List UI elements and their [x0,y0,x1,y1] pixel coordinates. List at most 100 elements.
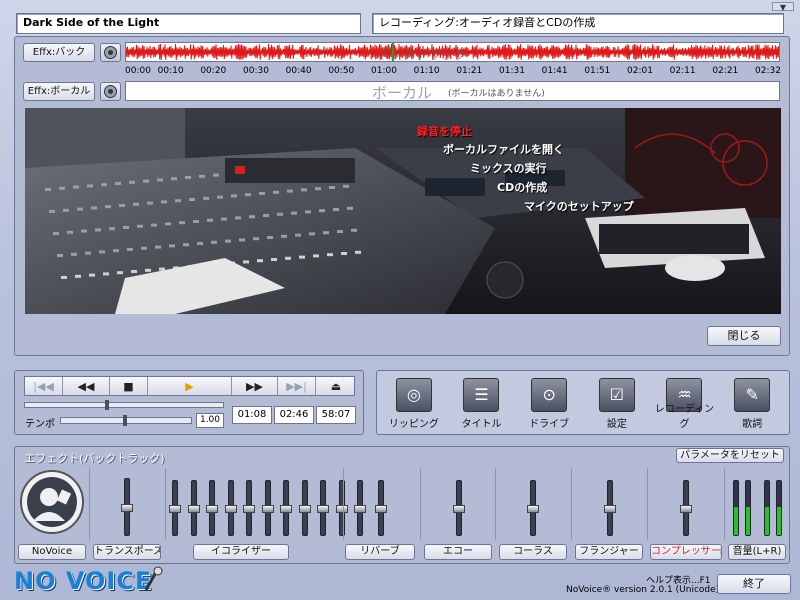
menu-run-mix[interactable]: ミックスの実行 [470,160,547,176]
console-control [175,199,181,203]
tool-drive-button[interactable]: ⊙ ドライブ [515,374,583,432]
effect-label-flanger[interactable]: フランジャー [575,544,643,560]
exit-button[interactable]: 終了 [717,574,791,594]
slider-knob[interactable] [335,505,348,513]
effect-slider[interactable] [604,480,616,536]
console-control [59,186,65,190]
effect-slider[interactable] [317,480,329,536]
novoice-logo-icon[interactable] [19,469,85,535]
console-control [199,174,205,178]
waveform-vocal[interactable]: ボーカル (ボーカルはありません) [125,81,780,102]
menu-create-cd[interactable]: CDの作成 [497,179,547,195]
effect-slider[interactable] [169,480,181,536]
slider-knob[interactable] [169,505,181,513]
track-button-back[interactable]: Effx:バック [23,43,95,62]
effect-slider[interactable] [354,480,366,536]
effect-slider[interactable] [453,480,465,536]
close-button[interactable]: 閉じる [707,326,781,346]
console-control [333,208,339,211]
tool-lyrics-button[interactable]: ✎ 歌詞 [718,374,786,432]
effect-slider[interactable] [280,480,292,536]
effect-slider[interactable] [243,480,255,536]
effect-slider[interactable] [527,480,539,536]
console-control [95,228,101,232]
slider-knob[interactable] [261,505,274,513]
slider-knob[interactable] [280,505,292,513]
slider-knob[interactable] [604,505,616,513]
tempo-slider[interactable] [60,415,192,426]
slider-knob[interactable] [453,505,465,513]
effect-slider[interactable] [121,478,133,536]
stop-button[interactable]: ■ [110,377,148,395]
effect-label-equalizer[interactable]: イコライザー [193,544,289,560]
console-control [109,227,115,231]
slider-knob[interactable] [527,505,539,513]
effect-label-volume[interactable]: 音量(L+R) [728,544,786,560]
effect-label-novoice[interactable]: NoVoice [18,544,86,560]
effect-slider[interactable] [298,480,311,536]
skip-end-button[interactable]: ▶▶| [278,377,316,395]
effect-slider[interactable] [776,480,782,536]
console-control [309,232,315,236]
effect-label-chorus[interactable]: コーラス [499,544,567,560]
tool-label: タイトル [461,419,502,430]
position-slider[interactable] [24,400,224,410]
tool-settings-button[interactable]: ☑ 設定 [583,374,651,432]
console-control [351,228,357,232]
console-control [211,240,217,244]
menu-stop-recording[interactable]: 録音を停止 [417,123,472,139]
effect-slider[interactable] [745,480,751,536]
effect-slider[interactable] [764,480,770,536]
tool-rip-button[interactable]: ◎ リッピング [380,374,448,432]
slider-knob[interactable] [121,504,133,512]
console-control [319,209,325,213]
effect-slider[interactable] [375,480,387,536]
dropdown-icon[interactable]: ▼ [772,2,794,12]
slider-knob[interactable] [375,505,387,513]
mic-logo-icon [142,566,164,592]
effect-slider[interactable] [261,480,274,536]
tempo-slider-thumb[interactable] [123,415,127,426]
eject-button[interactable]: ⏏ [316,377,354,395]
version-text: NoVoice® version 2.0.1 (Unicode) [566,585,720,595]
slider-knob[interactable] [298,505,311,513]
slider-knob[interactable] [317,505,329,513]
effect-label-reverb[interactable]: リバーブ [345,544,415,560]
timecode-label: 02:32 [755,66,781,76]
effects-header: エフェクト(バックトラック) [24,452,165,465]
speaker-icon[interactable] [100,82,121,101]
rewind-button[interactable]: ◀◀ [63,377,110,395]
console-control [207,218,213,222]
position-slider-thumb[interactable] [105,400,109,410]
console-control [267,236,273,239]
playhead[interactable] [392,43,394,61]
effect-slider[interactable] [680,480,692,536]
tool-recording-button[interactable]: ♒ レコーディング [651,374,719,432]
skip-start-button[interactable]: |◀◀ [25,377,63,395]
timecode-label: 00:00 [125,66,151,76]
slider-knob[interactable] [224,505,237,513]
waveform-back[interactable]: バックトラック [125,42,780,63]
track-button-vocal[interactable]: Effx:ボーカル [23,82,95,101]
menu-mic-setup[interactable]: マイクのセットアップ [524,198,634,214]
console-control [249,215,255,219]
slider-knob[interactable] [680,505,692,513]
effect-slider[interactable] [733,480,739,536]
effect-label-transpose[interactable]: トランスポーズ [93,544,161,560]
effect-slider[interactable] [224,480,237,536]
fast-forward-button[interactable]: ▶▶ [232,377,278,395]
play-button[interactable]: ▶ [148,377,232,395]
effect-label-echo[interactable]: エコー [424,544,492,560]
effect-slider[interactable] [187,480,200,536]
tool-title-button[interactable]: ☰ タイトル [448,374,516,432]
slider-knob[interactable] [187,505,200,513]
effect-label-compressor[interactable]: コンプレッサー▶ [650,544,722,560]
effect-slider[interactable] [206,480,218,536]
reset-parameters-button[interactable]: パラメータをリセット [676,448,784,463]
slider-knob[interactable] [206,505,218,513]
slider-knob[interactable] [243,505,255,513]
console-control [185,176,191,179]
slider-knob[interactable] [354,505,366,513]
speaker-icon[interactable] [100,43,121,62]
menu-open-vocal-file[interactable]: ボーカルファイルを開く [443,141,564,157]
